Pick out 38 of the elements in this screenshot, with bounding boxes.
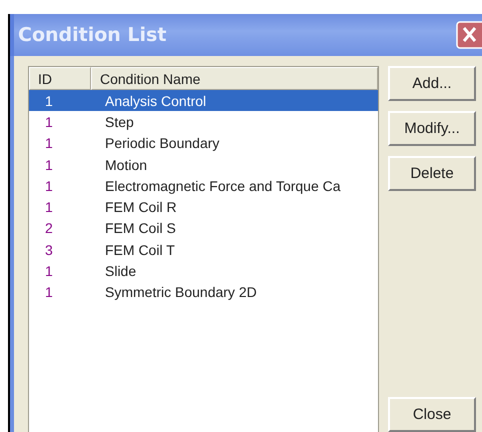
list-row[interactable]: 3 FEM Coil T	[29, 239, 378, 260]
name-cell-text: Periodic Boundary	[104, 135, 220, 152]
list-row[interactable]: 2 FEM Coil S	[29, 218, 378, 240]
id-cell-text: 1	[44, 156, 54, 173]
id-cell-text: 1	[44, 263, 54, 280]
name-cell-text: FEM Coil R	[104, 199, 178, 216]
action-button[interactable]: Modify...	[388, 111, 476, 146]
list-row[interactable]: 1 Step	[29, 111, 378, 133]
close-icon[interactable]	[456, 21, 482, 49]
list-row[interactable]: 1 FEM Coil R	[29, 196, 378, 218]
action-button[interactable]: Delete	[388, 156, 476, 191]
list-row[interactable]: 1 Periodic Boundary	[29, 132, 378, 154]
id-cell-text: 2	[44, 220, 54, 236]
name-cell-text: Symmetric Boundary 2D	[104, 284, 258, 300]
name-cell-text: Electromagnetic Force and Torque Ca	[104, 178, 342, 194]
list-row[interactable]: 1 Slide	[29, 260, 378, 282]
column-header[interactable]: Condition Name	[91, 67, 378, 90]
name-cell-text: Step	[104, 114, 135, 130]
id-cell-text: 1	[44, 199, 54, 216]
window-title: Condition List	[18, 24, 166, 46]
name-cell-text: Analysis Control	[104, 92, 208, 109]
id-cell-text: 1	[44, 92, 54, 109]
list-row[interactable]: 1 Motion	[29, 154, 378, 176]
close-button[interactable]: Close	[388, 397, 476, 432]
id-cell-text: 1	[44, 284, 54, 300]
name-cell-text: FEM Coil T	[104, 242, 176, 258]
id-cell-text: 3	[44, 242, 54, 258]
id-cell-text: 1	[44, 114, 54, 130]
column-header[interactable]: ID	[29, 67, 91, 90]
list-row[interactable]: 1 Analysis Control	[29, 90, 378, 112]
list-row[interactable]: 1 Electromagnetic Force and Torque Ca	[29, 175, 378, 196]
name-cell-text: Motion	[104, 156, 148, 173]
name-cell-text: FEM Coil S	[104, 220, 177, 236]
list-row[interactable]: 1 Symmetric Boundary 2D	[29, 282, 378, 303]
id-cell-text: 1	[44, 178, 54, 194]
id-cell-text: 1	[44, 135, 54, 152]
name-cell-text: Slide	[104, 263, 138, 280]
action-button[interactable]: Add...	[388, 66, 476, 101]
